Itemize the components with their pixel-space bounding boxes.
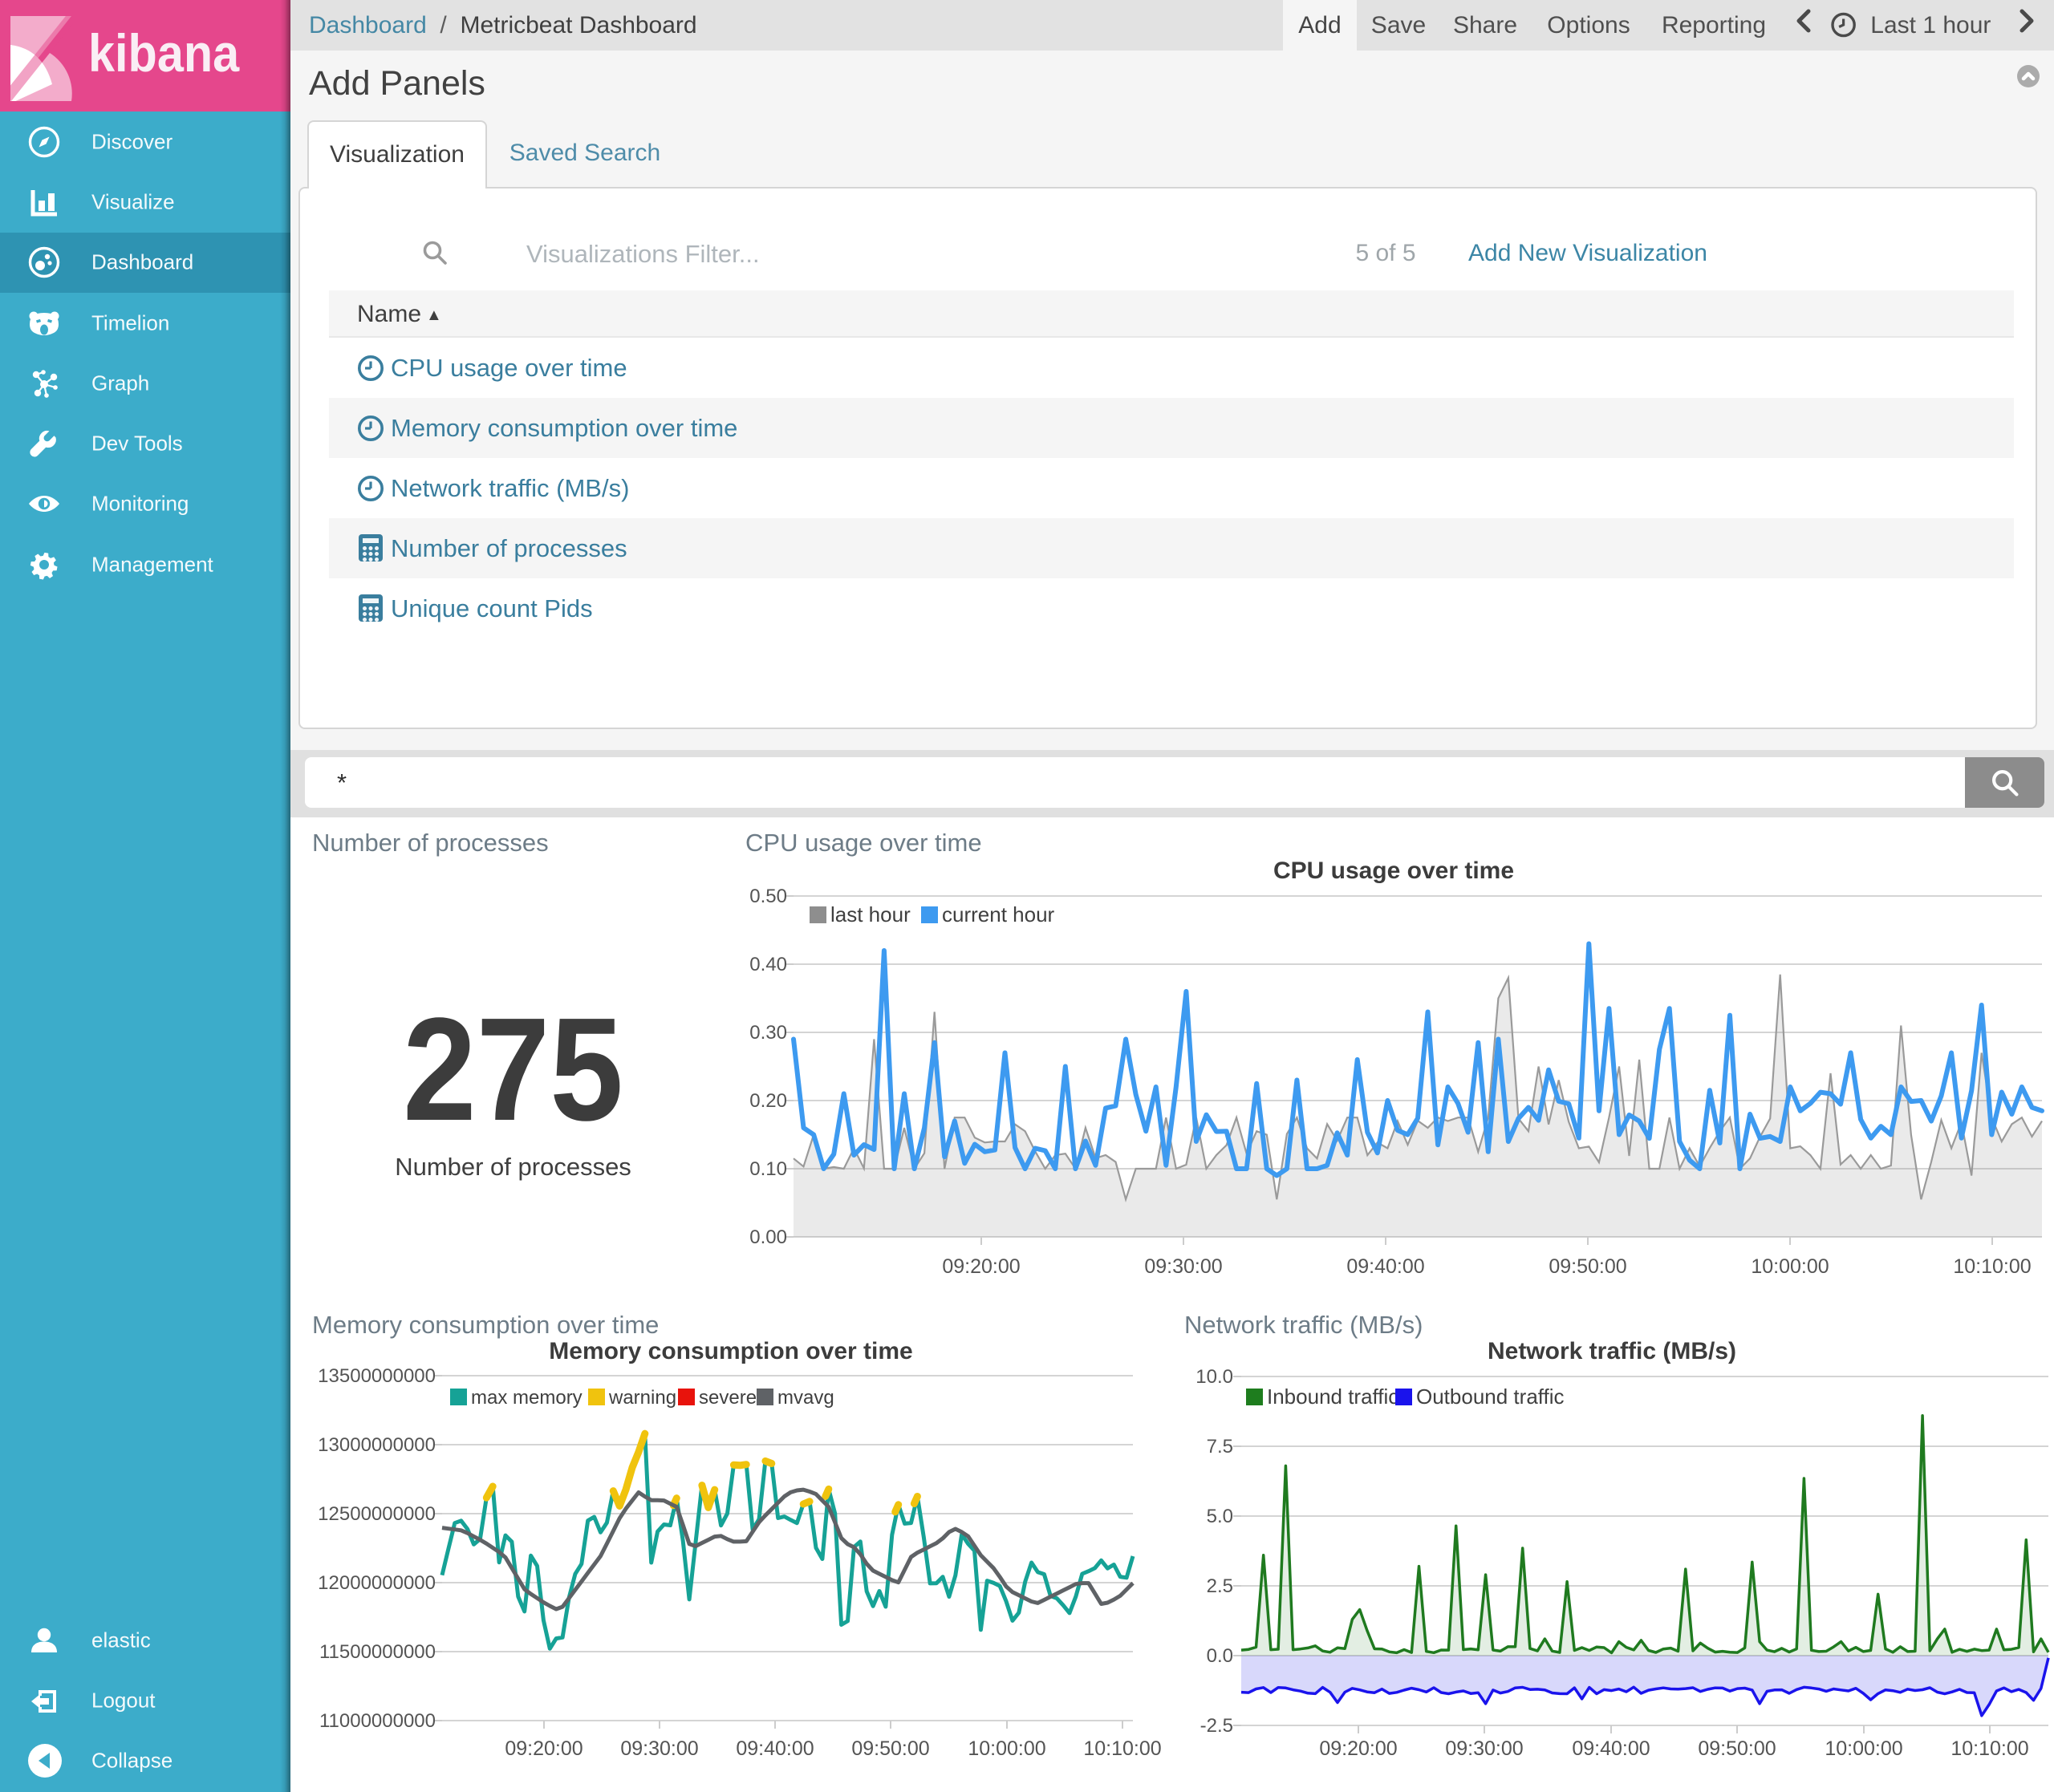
svg-text:10.0: 10.0	[1195, 1366, 1233, 1388]
svg-text:11500000000: 11500000000	[319, 1641, 436, 1663]
svg-text:12500000000: 12500000000	[318, 1503, 436, 1525]
svg-text:Network traffic (MB/s): Network traffic (MB/s)	[1488, 1338, 1736, 1364]
svg-text:2.5: 2.5	[1207, 1575, 1233, 1597]
svg-text:09:40:00: 09:40:00	[736, 1737, 814, 1760]
svg-text:10:00:00: 10:00:00	[1751, 1255, 1829, 1278]
svg-text:0.30: 0.30	[749, 1022, 787, 1044]
svg-text:10:10:00: 10:10:00	[1950, 1737, 2028, 1760]
svg-text:-2.5: -2.5	[1200, 1715, 1233, 1737]
svg-text:max memory: max memory	[471, 1387, 583, 1409]
svg-text:09:40:00: 09:40:00	[1346, 1255, 1424, 1278]
svg-text:09:20:00: 09:20:00	[1319, 1737, 1397, 1760]
svg-text:09:30:00: 09:30:00	[620, 1737, 698, 1760]
svg-text:0.20: 0.20	[749, 1090, 787, 1112]
svg-text:11000000000: 11000000000	[319, 1710, 436, 1732]
svg-text:10:10:00: 10:10:00	[1083, 1737, 1161, 1760]
svg-text:5.0: 5.0	[1207, 1506, 1233, 1527]
svg-text:09:30:00: 09:30:00	[1144, 1255, 1222, 1278]
svg-text:12000000000: 12000000000	[318, 1572, 436, 1594]
svg-text:warning: warning	[608, 1387, 676, 1409]
svg-text:09:50:00: 09:50:00	[1549, 1255, 1626, 1278]
svg-text:10:00:00: 10:00:00	[1825, 1737, 1902, 1760]
svg-text:09:40:00: 09:40:00	[1572, 1737, 1650, 1760]
svg-text:09:20:00: 09:20:00	[505, 1737, 583, 1760]
svg-text:09:20:00: 09:20:00	[942, 1255, 1020, 1278]
svg-text:severe: severe	[699, 1387, 757, 1409]
svg-text:7.5: 7.5	[1207, 1436, 1233, 1458]
svg-text:0.00: 0.00	[749, 1226, 787, 1248]
svg-text:last hour: last hour	[830, 902, 911, 926]
svg-text:CPU usage over time: CPU usage over time	[1273, 857, 1514, 884]
svg-text:13000000000: 13000000000	[318, 1434, 436, 1456]
svg-text:0.10: 0.10	[749, 1158, 787, 1180]
svg-text:13500000000: 13500000000	[318, 1365, 436, 1387]
svg-text:mvavg: mvavg	[777, 1387, 834, 1409]
svg-text:Inbound traffic: Inbound traffic	[1267, 1385, 1398, 1409]
svg-text:Memory consumption over time: Memory consumption over time	[549, 1338, 912, 1364]
svg-text:Outbound traffic: Outbound traffic	[1416, 1385, 1565, 1409]
svg-text:09:50:00: 09:50:00	[1698, 1737, 1776, 1760]
svg-text:0.50: 0.50	[749, 886, 787, 907]
svg-text:10:00:00: 10:00:00	[968, 1737, 1045, 1760]
svg-text:09:50:00: 09:50:00	[851, 1737, 929, 1760]
svg-text:current hour: current hour	[942, 902, 1055, 926]
svg-text:09:30:00: 09:30:00	[1445, 1737, 1523, 1760]
svg-text:0.40: 0.40	[749, 954, 787, 975]
svg-text:0.0: 0.0	[1207, 1645, 1233, 1667]
svg-text:10:10:00: 10:10:00	[1953, 1255, 2031, 1278]
